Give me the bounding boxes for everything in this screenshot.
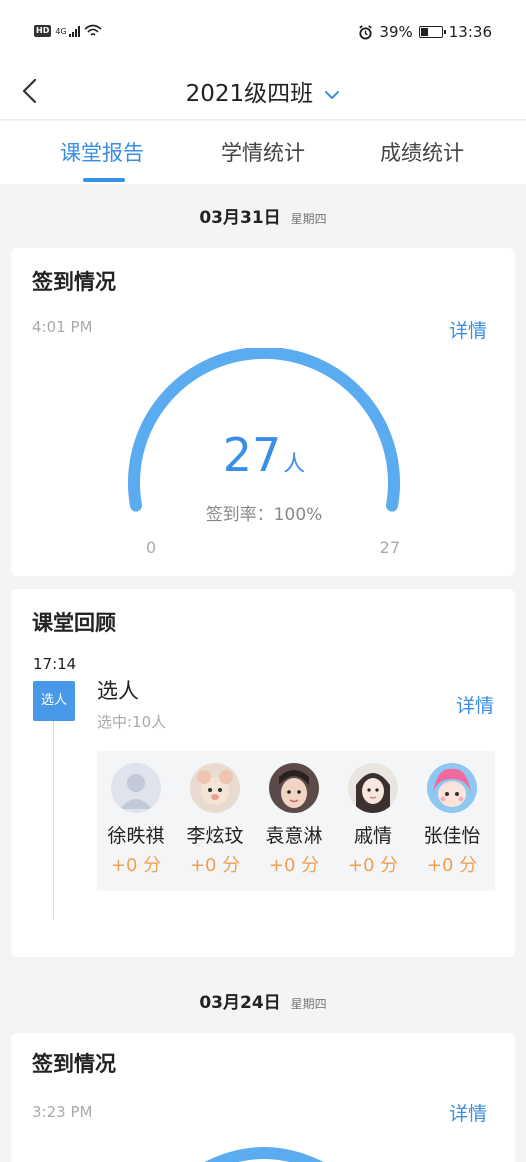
student-name: 徐昳祺	[107, 825, 165, 847]
status-bar: HD 4G 39% 13:36	[0, 0, 526, 66]
alarm-icon	[359, 24, 373, 40]
checkin-time: 3:23 PM	[32, 1103, 93, 1121]
battery-percent: 39%	[379, 23, 413, 41]
checkin-count: 27人	[124, 428, 404, 482]
default-avatar-icon	[111, 763, 161, 813]
student-name: 戚情	[353, 825, 392, 847]
attendance-card: 签到情况 3:23 PM 详情	[11, 1033, 515, 1162]
checkin-rate: 签到率：100%	[205, 505, 323, 525]
date-text: 03月31日	[199, 208, 281, 228]
signal-icon	[68, 25, 80, 37]
student-name: 李炫玟	[186, 825, 244, 847]
attendance-detail-link[interactable]: 详情	[449, 316, 487, 343]
attendance-card: 签到情况 4:01 PM 详情 27人 签到率：100% 0 27	[11, 248, 515, 576]
student-item[interactable]: 袁意淋 +0 分	[255, 763, 333, 877]
event-subtitle: 选中:10人	[97, 713, 167, 731]
checkin-time: 4:01 PM	[32, 318, 93, 336]
student-score: +0 分	[189, 855, 241, 876]
student-name: 张佳怡	[423, 825, 481, 847]
avatar	[427, 763, 477, 813]
checkin-count-number: 27	[222, 428, 282, 482]
wifi-icon	[84, 24, 102, 36]
student-item[interactable]: 徐昳祺 +0 分	[97, 763, 175, 877]
status-left: HD 4G	[34, 24, 102, 38]
tab-bar: 课堂报告 学情统计 成绩统计	[0, 121, 526, 184]
attendance-detail-link[interactable]: 详情	[449, 1099, 487, 1126]
review-detail-link[interactable]: 详情	[456, 691, 494, 718]
attendance-gauge: 27人 签到率：100% 0 27	[124, 346, 404, 558]
event-title: 选人	[97, 679, 139, 703]
timeline-line	[53, 721, 54, 919]
gauge-arc	[204, 1147, 324, 1162]
card-title: 签到情况	[32, 1052, 116, 1076]
hd-icon: HD	[34, 25, 52, 37]
avatar	[269, 763, 319, 813]
pick-student-badge: 选人	[33, 681, 75, 721]
selected-students: 徐昳祺 +0 分 李炫玟 +0 分 袁意淋 +0 分 戚情 +0 分 张佳怡 +…	[97, 751, 495, 891]
student-item[interactable]: 张佳怡 +0 分	[413, 763, 491, 877]
event-time: 17:14	[33, 655, 77, 673]
student-score: +0 分	[347, 855, 399, 876]
chevron-down-icon	[325, 90, 340, 99]
class-name: 2021级四班	[185, 81, 314, 107]
date-text: 03月24日	[199, 993, 281, 1013]
class-review-card: 课堂回顾 17:14 选人 选人 选中:10人 详情 徐昳祺 +0 分 李炫玟 …	[11, 589, 515, 957]
weekday-text: 星期四	[290, 997, 327, 1011]
card-title: 课堂回顾	[32, 611, 116, 635]
checkin-count-unit: 人	[283, 452, 306, 477]
date-header: 03月31日 星期四	[0, 203, 526, 228]
class-selector[interactable]: 2021级四班	[0, 74, 526, 108]
tab-score-stats[interactable]: 成绩统计	[380, 137, 464, 167]
student-score: +0 分	[426, 855, 478, 876]
tab-learning-stats[interactable]: 学情统计	[221, 137, 305, 167]
student-score: +0 分	[268, 855, 320, 876]
avatar	[348, 763, 398, 813]
student-item[interactable]: 李炫玟 +0 分	[176, 763, 254, 877]
network-type: 4G	[55, 26, 67, 36]
date-header: 03月24日 星期四	[0, 988, 526, 1013]
gauge-min-label: 0	[146, 538, 157, 557]
weekday-text: 星期四	[290, 212, 327, 226]
student-name: 袁意淋	[265, 825, 323, 847]
gauge-max-label: 27	[379, 538, 400, 557]
tab-indicator	[83, 178, 125, 182]
student-score: +0 分	[110, 855, 162, 876]
clock: 13:36	[448, 23, 492, 41]
nav-bar: 2021级四班	[0, 66, 526, 120]
card-title: 签到情况	[32, 270, 116, 294]
avatar	[190, 763, 240, 813]
battery-icon	[418, 26, 446, 38]
tab-class-report[interactable]: 课堂报告	[60, 137, 144, 167]
status-right: 39% 13:36	[358, 23, 492, 41]
battery-level	[420, 28, 428, 36]
student-item[interactable]: 戚情 +0 分	[334, 763, 412, 877]
